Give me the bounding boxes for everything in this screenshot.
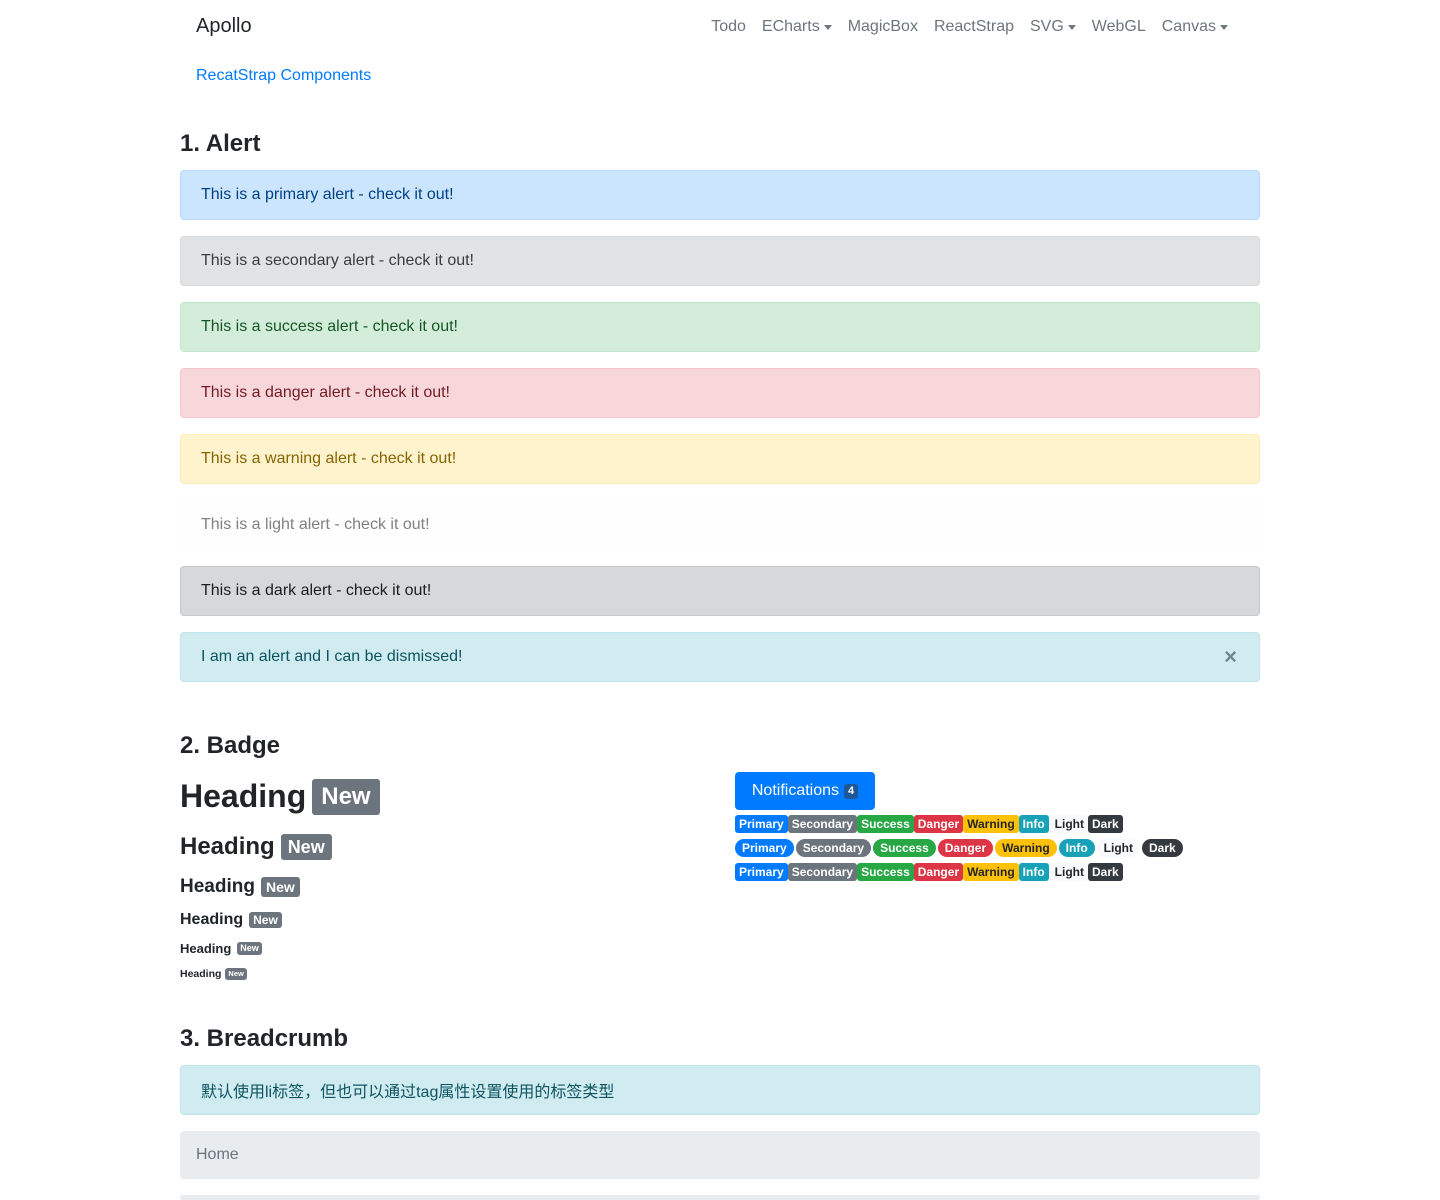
heading-h2: Heading New (180, 833, 332, 861)
pill-badge-success: Success (873, 839, 936, 857)
pill-badge-danger: Danger (937, 839, 994, 857)
page: Apollo Todo ECharts MagicBox ReactStrap … (180, 0, 1260, 1200)
badge-warning: Warning (963, 815, 1019, 833)
pill-badge-row: Primary Secondary Success Danger Warning… (735, 839, 1183, 857)
pill-badge-dark: Dark (1142, 839, 1183, 857)
nav-menu: Todo ECharts MagicBox ReactStrap SVG Web… (703, 18, 1236, 36)
section-title-alert: 1. Alert (180, 130, 261, 157)
alert-dark: This is a dark alert - check it out! (180, 566, 1260, 616)
nav-item-magicbox[interactable]: MagicBox (840, 18, 926, 36)
link-badge-danger[interactable]: Danger (913, 863, 964, 881)
nav-item-svg[interactable]: SVG (1022, 18, 1084, 36)
heading-h6: Heading New (180, 968, 247, 980)
link-badge-info[interactable]: Info (1018, 863, 1049, 881)
new-badge: New (312, 778, 380, 815)
link-badge-row: Primary Secondary Success Danger Warning… (735, 863, 1123, 881)
alert-warning: This is a warning alert - check it out! (180, 434, 1260, 484)
caret-down-icon (1220, 24, 1228, 30)
pill-badge-secondary: Secondary (795, 839, 872, 857)
breadcrumb-next (180, 1195, 1260, 1200)
badge-success: Success (857, 815, 914, 833)
alert-success: This is a success alert - check it out! (180, 302, 1260, 352)
link-badge-light[interactable]: Light (1048, 863, 1088, 881)
pill-badge-warning: Warning (995, 839, 1057, 857)
alert-text: 默认使用li标签，但也可以通过tag属性设置使用的标签类型 (201, 1084, 615, 1101)
breadcrumb-note-alert: 默认使用li标签，但也可以通过tag属性设置使用的标签类型 (180, 1065, 1260, 1115)
new-badge: New (280, 834, 332, 860)
alert-text: This is a primary alert - check it out! (201, 186, 454, 203)
badge-dark: Dark (1088, 815, 1123, 833)
pill-badge-primary: Primary (735, 839, 794, 857)
heading-h3: Heading New (180, 876, 300, 898)
badge-secondary: Secondary (787, 815, 858, 833)
alert-dismissible: I am an alert and I can be dismissed! × (180, 632, 1260, 682)
close-icon[interactable]: × (1224, 645, 1237, 669)
link-badge-primary[interactable]: Primary (735, 863, 788, 881)
section-title-breadcrumb: 3. Breadcrumb (180, 1025, 349, 1052)
breadcrumb: Home (180, 1131, 1260, 1179)
brand-logo[interactable]: Apollo (196, 15, 252, 38)
alert-text: This is a warning alert - check it out! (201, 450, 457, 467)
breadcrumb-item-home[interactable]: Home (196, 1146, 239, 1164)
link-badge-secondary[interactable]: Secondary (787, 863, 858, 881)
badge-danger: Danger (913, 815, 964, 833)
link-badge-warning[interactable]: Warning (963, 863, 1019, 881)
alert-text: This is a success alert - check it out! (201, 318, 458, 335)
alert-text: This is a light alert - check it out! (201, 516, 430, 533)
badge-primary: Primary (735, 815, 788, 833)
link-badge-success[interactable]: Success (857, 863, 914, 881)
alert-text: I am an alert and I can be dismissed! (201, 648, 463, 665)
alert-text: This is a secondary alert - check it out… (201, 252, 474, 269)
alert-text: This is a danger alert - check it out! (201, 384, 450, 401)
alert-secondary: This is a secondary alert - check it out… (180, 236, 1260, 286)
new-badge: New (249, 912, 282, 928)
alert-primary: This is a primary alert - check it out! (180, 170, 1260, 220)
nav-item-webgl[interactable]: WebGL (1084, 18, 1154, 36)
notifications-button[interactable]: Notifications 4 (735, 772, 875, 810)
link-badge-dark[interactable]: Dark (1088, 863, 1123, 881)
alert-light: This is a light alert - check it out! (180, 500, 1260, 550)
alert-text: This is a dark alert - check it out! (201, 582, 432, 599)
nav-item-echarts[interactable]: ECharts (754, 18, 840, 36)
nav-item-todo[interactable]: Todo (703, 18, 754, 36)
badge-info: Info (1018, 815, 1049, 833)
new-badge: New (260, 877, 300, 897)
notification-count-badge: 4 (844, 783, 859, 799)
caret-down-icon (823, 24, 832, 30)
pill-badge-light: Light (1096, 839, 1140, 857)
heading-h4: Heading New (180, 911, 282, 929)
heading-h1: Heading New (180, 778, 380, 815)
badge-light: Light (1048, 815, 1088, 833)
new-badge: New (237, 942, 262, 955)
reactstrap-components-link[interactable]: RecatStrap Components (196, 67, 371, 85)
new-badge: New (225, 968, 247, 980)
badge-row: Primary Secondary Success Danger Warning… (735, 815, 1123, 833)
navbar: Apollo Todo ECharts MagicBox ReactStrap … (180, 0, 1260, 56)
section-title-badge: 2. Badge (180, 732, 281, 759)
caret-down-icon (1067, 24, 1076, 30)
heading-h5: Heading New (180, 941, 262, 956)
nav-item-reactstrap[interactable]: ReactStrap (926, 18, 1022, 36)
alert-danger: This is a danger alert - check it out! (180, 368, 1260, 418)
pill-badge-info: Info (1058, 839, 1095, 857)
nav-item-canvas[interactable]: Canvas (1154, 18, 1236, 36)
